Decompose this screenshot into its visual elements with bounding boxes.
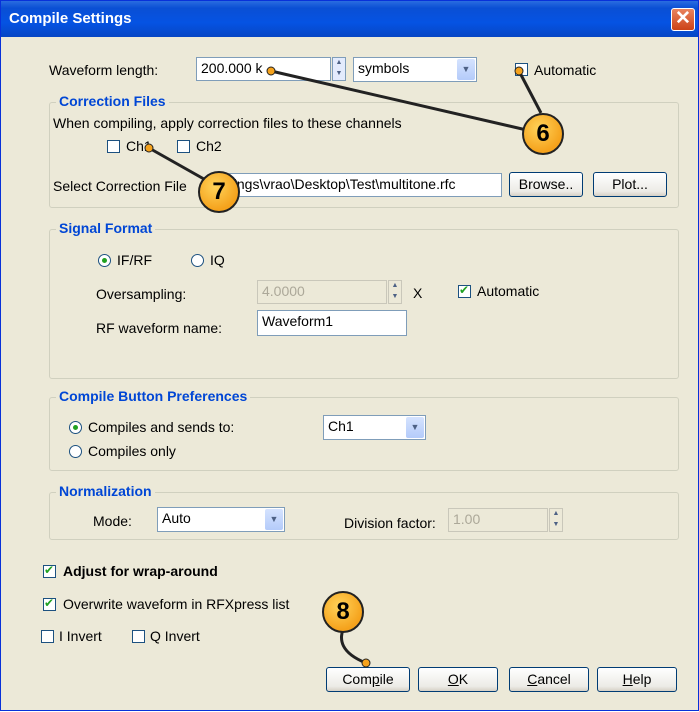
spin-up-icon[interactable]: ▲: [550, 509, 562, 520]
ch2-label: Ch2: [196, 138, 222, 154]
chevron-down-icon: ▼: [265, 509, 283, 530]
ch2-checkbox[interactable]: [177, 140, 190, 153]
wrap-around-checkbox[interactable]: [43, 563, 56, 578]
iq-radio[interactable]: [191, 254, 204, 267]
spin-down-icon[interactable]: ▼: [389, 292, 401, 303]
ok-label-key: O: [447, 671, 459, 687]
oversampling-input[interactable]: 4.0000: [257, 280, 387, 304]
division-factor-input[interactable]: 1.00: [448, 508, 548, 532]
waveform-length-label: Waveform length:: [49, 62, 159, 78]
compile-channel-value: Ch1: [328, 418, 354, 434]
compile-label-key: p: [371, 671, 380, 687]
waveform-unit-value: symbols: [358, 60, 410, 76]
i-invert-label: I Invert: [59, 628, 102, 644]
help-label-post: elp: [632, 671, 652, 687]
ok-button[interactable]: OK: [418, 667, 498, 692]
leader-dot-8: [361, 658, 371, 668]
compile-channel-select[interactable]: Ch1 ▼: [323, 415, 426, 440]
correction-files-title: Correction Files: [56, 93, 169, 109]
cancel-button[interactable]: Cancel: [509, 667, 589, 692]
rf-waveform-name-label: RF waveform name:: [96, 320, 223, 336]
spin-up-icon[interactable]: ▲: [333, 58, 345, 69]
compile-settings-dialog: Compile Settings ✕ Waveform length: 200.…: [0, 0, 699, 711]
oversampling-automatic-label: Automatic: [477, 283, 540, 299]
ch1-checkbox[interactable]: [107, 140, 120, 153]
oversampling-label: Oversampling:: [96, 286, 187, 302]
waveform-length-input[interactable]: 200.000 k: [196, 57, 331, 81]
compile-prefs-title: Compile Button Preferences: [56, 388, 251, 404]
signal-format-title: Signal Format: [56, 220, 156, 236]
iq-label: IQ: [210, 252, 225, 268]
spin-up-icon[interactable]: ▲: [389, 281, 401, 292]
dialog-title: Compile Settings: [9, 10, 132, 27]
rf-waveform-name-input[interactable]: Waveform1: [257, 310, 407, 336]
waveform-automatic-checkbox[interactable]: [515, 63, 528, 76]
oversampling-automatic-checkbox[interactable]: [458, 283, 471, 298]
ifrf-radio[interactable]: [98, 254, 111, 267]
overwrite-checkbox[interactable]: [43, 596, 56, 611]
callout-8: 8: [322, 591, 364, 633]
spin-down-icon[interactable]: ▼: [333, 69, 345, 80]
plot-button[interactable]: Plot...: [593, 172, 667, 197]
compile-send-radio[interactable]: [69, 421, 82, 434]
mode-select[interactable]: Auto ▼: [157, 507, 285, 532]
title-bar: Compile Settings ✕: [1, 1, 698, 37]
compile-label-post: ile: [379, 671, 394, 687]
oversampling-spinner[interactable]: ▲ ▼: [388, 280, 402, 304]
mode-label: Mode:: [93, 513, 132, 529]
q-invert-label: Q Invert: [150, 628, 200, 644]
select-correction-file-label: Select Correction File: [53, 178, 187, 194]
compile-only-radio[interactable]: [69, 445, 82, 458]
i-invert-checkbox[interactable]: [41, 630, 54, 643]
callout-6: 6: [522, 113, 564, 155]
spin-down-icon[interactable]: ▼: [550, 520, 562, 531]
correction-file-path-input[interactable]: ttings\vrao\Desktop\Test\multitone.rfc: [221, 173, 502, 197]
ch1-label: Ch1: [126, 138, 152, 154]
waveform-automatic-label: Automatic: [534, 62, 597, 78]
help-label-key: H: [622, 671, 633, 687]
compile-button[interactable]: Compile: [326, 667, 410, 692]
division-factor-spinner[interactable]: ▲ ▼: [549, 508, 563, 532]
browse-button[interactable]: Browse..: [509, 172, 583, 197]
wrap-around-label: Adjust for wrap-around: [63, 563, 218, 579]
cancel-label-key: C: [527, 671, 538, 687]
compile-only-label: Compiles only: [88, 443, 176, 459]
normalization-title: Normalization: [56, 483, 155, 499]
waveform-unit-select[interactable]: symbols ▼: [353, 57, 477, 82]
waveform-length-spinner[interactable]: ▲ ▼: [332, 57, 346, 81]
compile-send-label: Compiles and sends to:: [88, 419, 235, 435]
division-factor-label: Division factor:: [344, 515, 436, 531]
callout-7: 7: [198, 171, 240, 213]
close-icon: ✕: [675, 8, 691, 29]
chevron-down-icon: ▼: [457, 59, 475, 80]
help-button[interactable]: Help: [597, 667, 677, 692]
oversampling-unit: X: [413, 285, 423, 301]
q-invert-checkbox[interactable]: [132, 630, 145, 643]
ok-label-post: K: [458, 671, 469, 687]
compile-label-pre: Com: [342, 671, 372, 687]
cancel-label-post: ancel: [537, 671, 571, 687]
overwrite-label: Overwrite waveform in RFXpress list: [63, 596, 290, 612]
mode-value: Auto: [162, 510, 191, 526]
ifrf-label: IF/RF: [117, 252, 152, 268]
correction-instruction: When compiling, apply correction files t…: [53, 115, 402, 131]
close-button[interactable]: ✕: [671, 8, 695, 31]
chevron-down-icon: ▼: [406, 417, 424, 438]
